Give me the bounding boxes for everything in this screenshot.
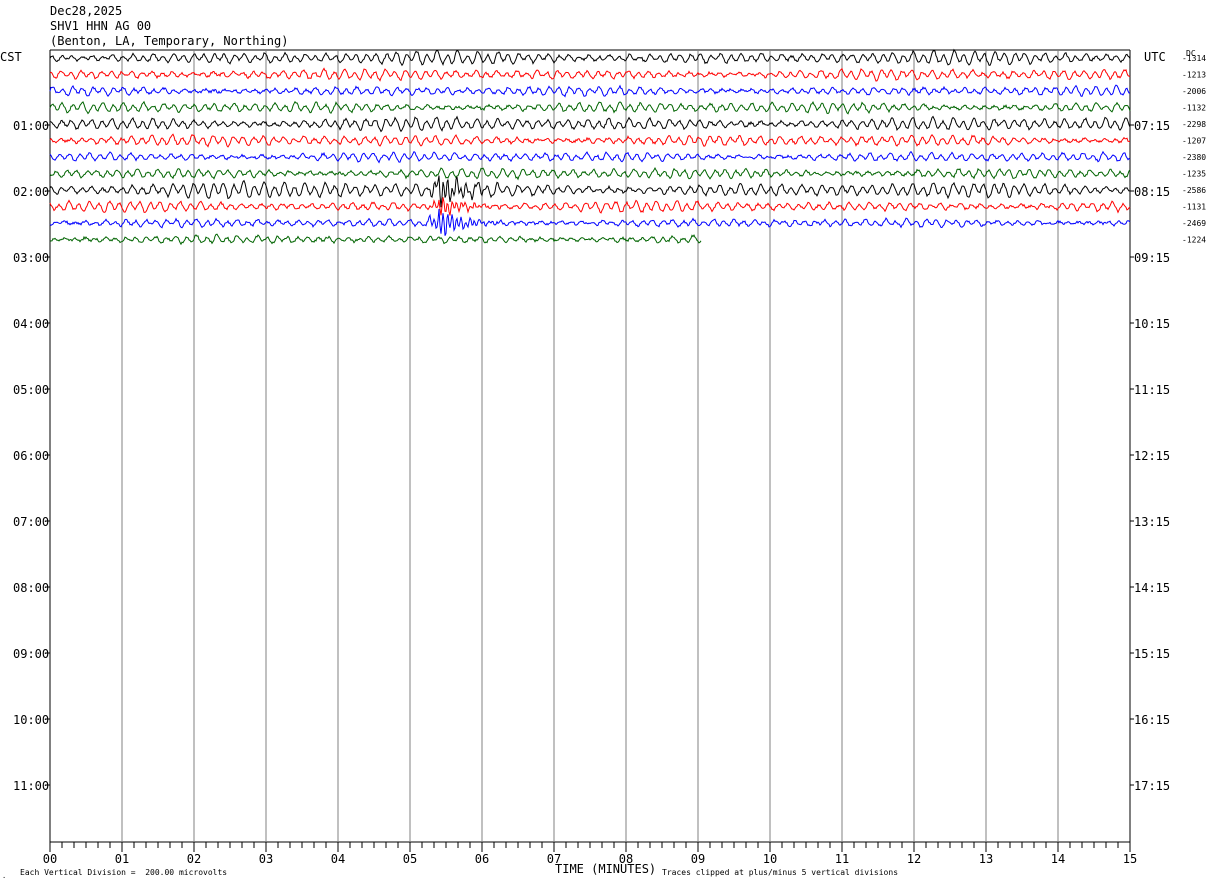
seismic-trace — [49, 84, 1130, 98]
x-tick-label: 05 — [403, 852, 417, 866]
trace-dc-offset-label: -2298 — [1182, 120, 1206, 129]
right-hour-label: 17:15 — [1134, 779, 1170, 793]
left-hour-label: 11:00 — [13, 779, 49, 793]
x-tick-label: 13 — [979, 852, 993, 866]
scale-note: Each Vertical Division = 200.00 microvol… — [20, 868, 228, 877]
right-hour-label: 07:15 — [1134, 119, 1170, 133]
right-hour-label: 13:15 — [1134, 515, 1170, 529]
x-tick-label: 04 — [331, 852, 345, 866]
x-tick-label: 09 — [691, 852, 705, 866]
x-axis-label: TIME (MINUTES) — [555, 862, 657, 876]
seismic-trace — [49, 67, 1131, 82]
seismogram-chart: 00 01 02 03 04 05 06 07 08 09 10 11 12 13 14 1501:0002:… — [2, 48, 1206, 880]
right-hour-label: 09:15 — [1134, 251, 1170, 265]
left-hour-label: 02:00 — [13, 185, 49, 199]
seismic-trace — [49, 208, 1131, 236]
x-tick-label: 11 — [835, 852, 849, 866]
left-hour-label: 10:00 — [13, 713, 49, 727]
corner-mark: . — [2, 872, 6, 880]
seismic-trace — [49, 175, 1131, 208]
left-hour-label: 05:00 — [13, 383, 49, 397]
x-tick-label: 10 — [763, 852, 777, 866]
seismic-trace — [49, 115, 1131, 133]
left-hour-label: 08:00 — [13, 581, 49, 595]
trace-dc-offset-label: -1213 — [1182, 71, 1206, 80]
left-hour-label: 07:00 — [13, 515, 49, 529]
x-tick-label: 15 — [1123, 852, 1137, 866]
trace-dc-offset-label: -2586 — [1182, 186, 1206, 195]
seismic-trace — [49, 48, 1131, 67]
x-tick-label: 03 — [259, 852, 273, 866]
seismic-trace — [49, 233, 702, 246]
right-hour-label: 14:15 — [1134, 581, 1170, 595]
trace-dc-offset-label: -2469 — [1182, 219, 1206, 228]
trace-dc-offset-label: -1314 — [1182, 54, 1206, 63]
seismic-trace — [49, 100, 1131, 115]
right-hour-label: 15:15 — [1134, 647, 1170, 661]
x-tick-label: 02 — [187, 852, 201, 866]
seismic-trace — [49, 133, 1131, 148]
x-tick-label: 14 — [1051, 852, 1065, 866]
trace-dc-offset-label: -1132 — [1182, 104, 1206, 113]
trace-dc-offset-label: -1224 — [1182, 236, 1206, 245]
left-hour-label: 09:00 — [13, 647, 49, 661]
x-tick-label: 06 — [475, 852, 489, 866]
right-hour-label: 10:15 — [1134, 317, 1170, 331]
right-hour-label: 12:15 — [1134, 449, 1170, 463]
x-tick-label: 01 — [115, 852, 129, 866]
right-hour-label: 08:15 — [1134, 185, 1170, 199]
trace-dc-offset-label: -2380 — [1182, 153, 1206, 162]
right-hour-label: 11:15 — [1134, 383, 1170, 397]
seismic-trace — [49, 150, 1131, 164]
x-tick-label: 12 — [907, 852, 921, 866]
left-hour-label: 03:00 — [13, 251, 49, 265]
x-tick-label: 00 — [43, 852, 57, 866]
trace-dc-offset-label: -1235 — [1182, 170, 1206, 179]
seismic-trace — [49, 197, 1131, 216]
trace-dc-offset-label: -2006 — [1182, 87, 1206, 96]
left-hour-label: 06:00 — [13, 449, 49, 463]
left-hour-label: 04:00 — [13, 317, 49, 331]
clip-note: Traces clipped at plus/minus 5 vertical … — [662, 868, 899, 877]
trace-dc-offset-label: -1207 — [1182, 137, 1206, 146]
right-hour-label: 16:15 — [1134, 713, 1170, 727]
seismic-trace — [49, 167, 1131, 181]
left-hour-label: 01:00 — [13, 119, 49, 133]
trace-dc-offset-label: -1131 — [1182, 203, 1206, 212]
